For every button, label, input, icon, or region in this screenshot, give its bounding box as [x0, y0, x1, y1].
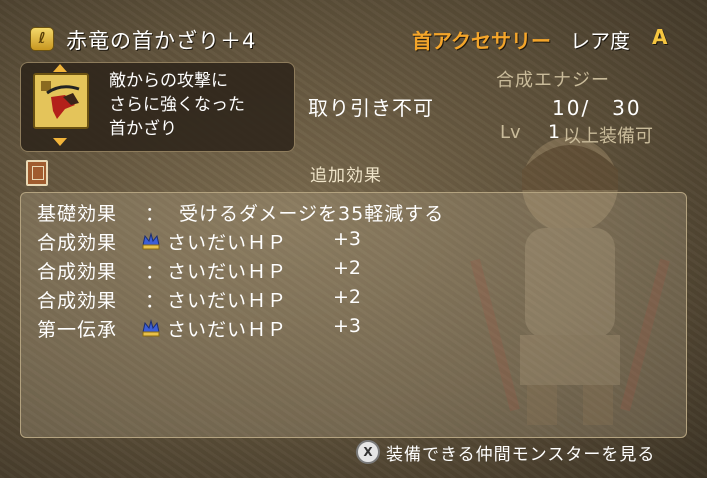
previous-item-arrow-icon[interactable]	[53, 64, 67, 72]
additional-effects-header: 追加効果	[310, 166, 382, 186]
effect-text: さいだいＨＰ	[167, 232, 288, 254]
trade-status: 取り引き不可	[308, 96, 434, 120]
effect-row: 合成効果 さいだいＨＰ +3	[37, 228, 677, 254]
effect-text: さいだいＨＰ	[167, 261, 288, 283]
effect-text: さいだいＨＰ	[167, 290, 288, 312]
item-description: 敵からの攻撃に さらに強くなった 首かざり	[109, 69, 289, 141]
effect-row: 基礎効果 ： 受けるダメージを35軽減する	[37, 199, 677, 225]
effect-text: さいだいＨＰ	[167, 319, 288, 341]
title-bar: ℓ 赤竜の首かざり＋4 首アクセサリー レア度 A	[30, 22, 690, 56]
book-icon[interactable]	[26, 160, 48, 186]
effect-row: 第一伝承 さいだいＨＰ +3	[37, 315, 677, 341]
item-detail-window: ℓ 赤竜の首かざり＋4 首アクセサリー レア度 A 敵からの攻撃に さらに強くな…	[0, 0, 707, 478]
x-button-icon[interactable]: X	[356, 440, 380, 464]
effect-row: 合成効果 ： さいだいＨＰ +2	[37, 286, 677, 312]
level-prefix: Lv	[500, 122, 521, 143]
accessory-type-icon: ℓ	[30, 27, 54, 51]
footer-label[interactable]: 装備できる仲間モンスターを見る	[386, 440, 655, 465]
item-category: 首アクセサリー	[412, 29, 551, 53]
next-item-arrow-icon[interactable]	[53, 138, 67, 146]
level-requirement-suffix: 以上装備可	[563, 126, 653, 147]
item-name: 赤竜の首かざり＋4	[66, 29, 257, 53]
synthesis-energy-label: 合成エナジー	[496, 70, 610, 91]
description-line: 首かざり	[109, 119, 177, 139]
effect-value: +2	[333, 286, 362, 308]
item-description-box: 敵からの攻撃に さらに強くなった 首かざり	[20, 62, 295, 152]
rarity-label: レア度	[570, 29, 630, 53]
rarity-value: A	[652, 25, 668, 49]
description-line: さらに強くなった	[109, 95, 245, 115]
effect-label: 基礎効果	[37, 203, 118, 225]
effect-separator: ：	[145, 203, 165, 225]
effect-separator: ：	[145, 261, 165, 283]
additional-effects-panel: 基礎効果 ： 受けるダメージを35軽減する 合成効果 さいだいＨＰ +3 合成効…	[20, 192, 687, 438]
effect-row: 合成効果 ： さいだいＨＰ +2	[37, 257, 677, 283]
required-level-value: 1	[548, 121, 561, 143]
effect-label: 第一伝承	[37, 319, 118, 341]
effect-value: +3	[333, 315, 362, 337]
synthesis-energy-value: 10/ 30	[552, 96, 642, 120]
effect-label: 合成効果	[37, 290, 118, 312]
description-line: 敵からの攻撃に	[109, 71, 228, 91]
effect-value: +3	[333, 228, 362, 250]
effect-separator: ：	[145, 290, 165, 312]
necklace-item-icon	[33, 73, 89, 129]
effect-label: 合成効果	[37, 261, 118, 283]
crown-medal-icon	[142, 232, 160, 250]
crown-medal-icon	[142, 319, 160, 337]
effect-text: 受けるダメージを35軽減する	[179, 203, 445, 225]
effect-value: +2	[333, 257, 362, 279]
effect-label: 合成効果	[37, 232, 118, 254]
